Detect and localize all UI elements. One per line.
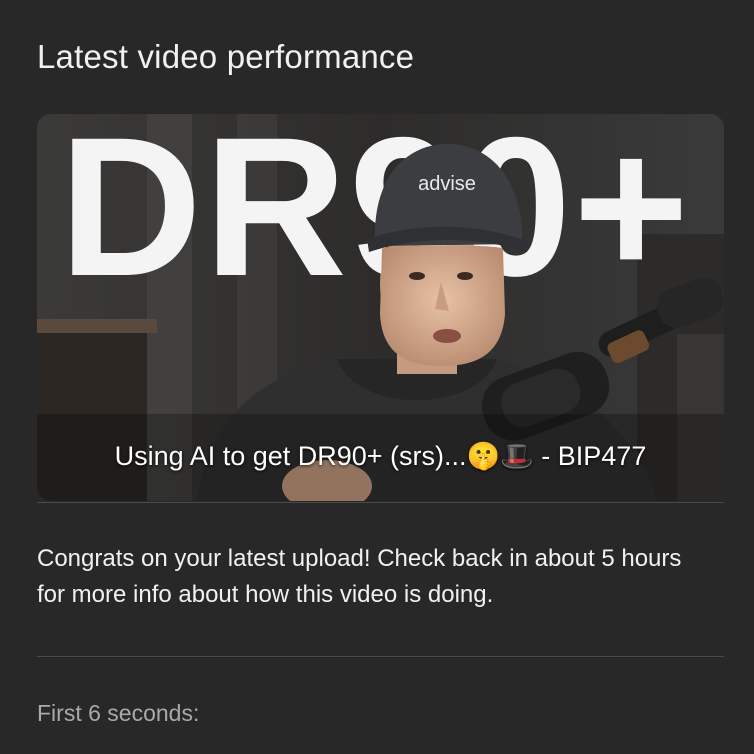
upload-congrats-message: Congrats on your latest upload! Check ba… xyxy=(37,545,682,608)
divider-top xyxy=(37,502,724,503)
first-seconds-label: First 6 seconds: xyxy=(37,700,200,726)
latest-video-card: Latest video performance advise DR90+ ad… xyxy=(0,0,754,754)
card-title: Latest video performance xyxy=(37,38,415,75)
video-title: Using AI to get DR90+ (srs)...🤫🎩 - BIP47… xyxy=(114,441,647,471)
video-thumbnail[interactable]: advise DR90+ advise Using AI to get DR90… xyxy=(37,114,724,501)
thumbnail-overlay-text: DR90+ xyxy=(59,114,691,317)
divider-bottom xyxy=(37,656,724,657)
